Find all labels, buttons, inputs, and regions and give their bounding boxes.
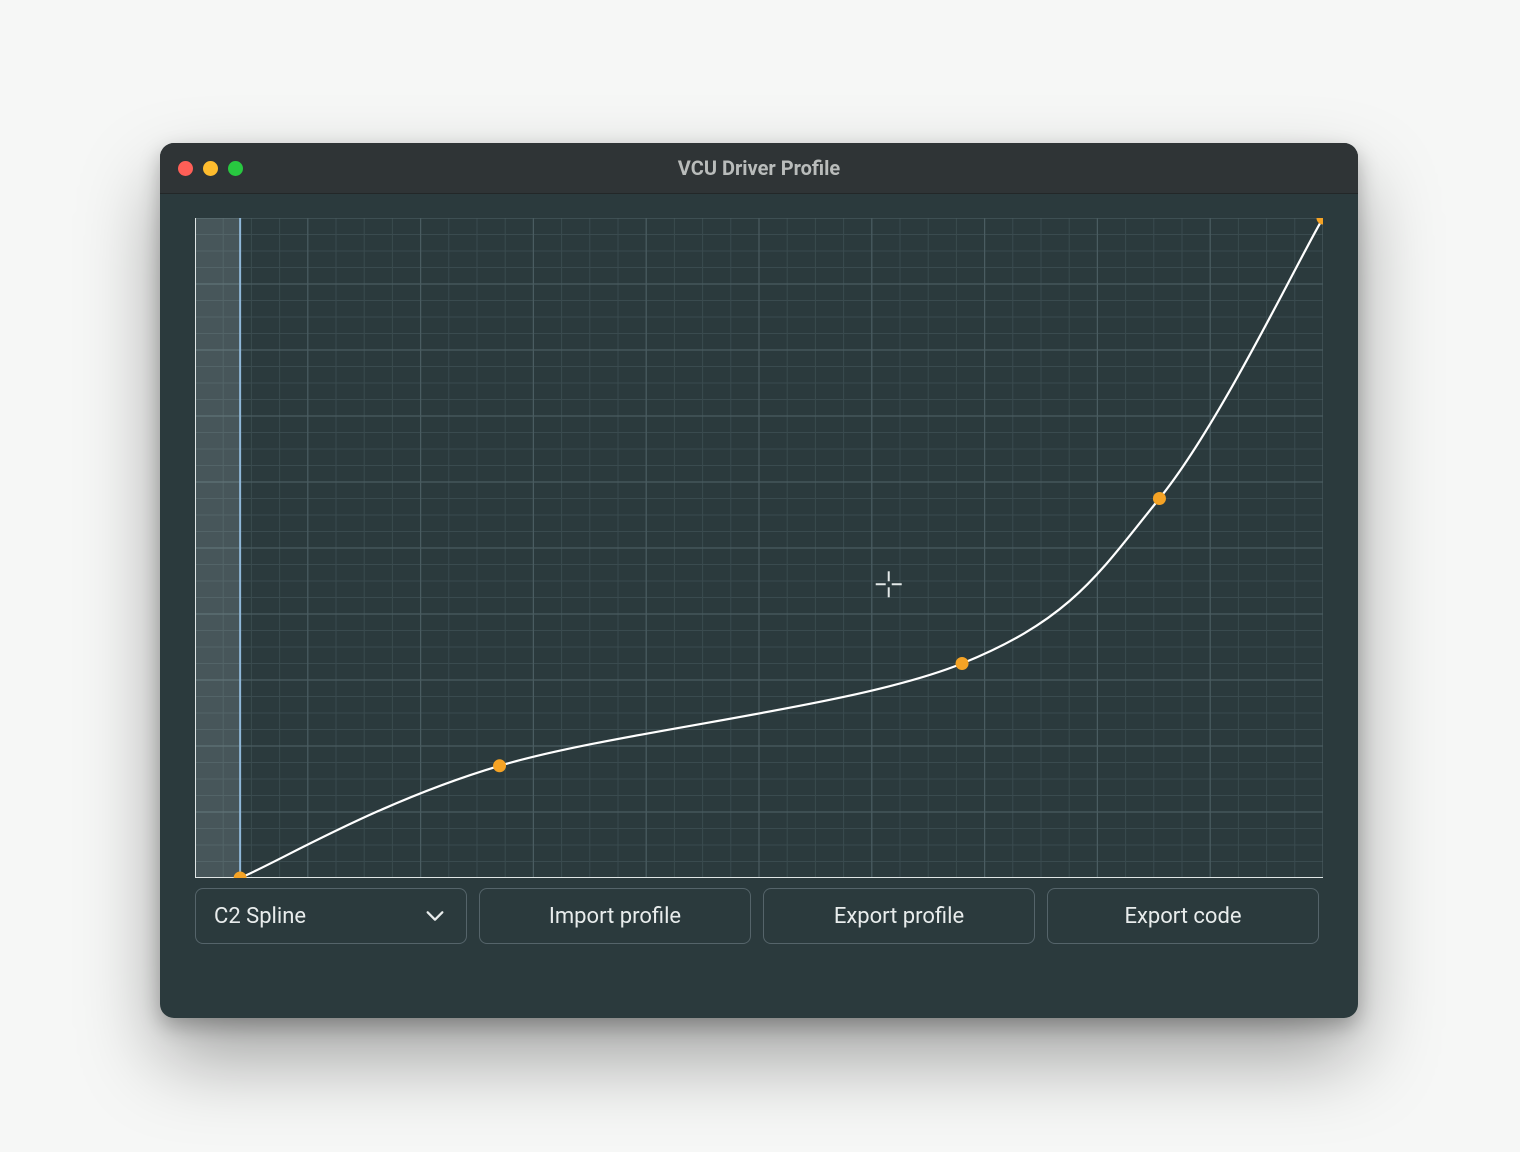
close-icon[interactable] (178, 161, 193, 176)
import-profile-label: Import profile (549, 904, 681, 929)
control-point[interactable] (956, 657, 969, 670)
minimize-icon[interactable] (203, 161, 218, 176)
export-code-button[interactable]: Export code (1047, 888, 1319, 944)
export-profile-button[interactable]: Export profile (763, 888, 1035, 944)
export-profile-label: Export profile (834, 904, 964, 929)
curve-canvas[interactable] (195, 218, 1323, 878)
interpolation-select[interactable]: C2 Spline (195, 888, 467, 944)
interpolation-select-label: C2 Spline (214, 904, 306, 929)
app-window: VCU Driver Profile C2 Spline Import prof… (160, 143, 1358, 1018)
toolbar: C2 Spline Import profile Export profile … (195, 888, 1323, 944)
window-controls (178, 161, 243, 176)
zoom-icon[interactable] (228, 161, 243, 176)
content-area: C2 Spline Import profile Export profile … (195, 218, 1323, 988)
control-point[interactable] (493, 759, 506, 772)
control-point[interactable] (1153, 492, 1166, 505)
export-code-label: Export code (1124, 904, 1241, 929)
curve-editor[interactable] (195, 218, 1323, 878)
chevron-down-icon (424, 905, 446, 927)
titlebar: VCU Driver Profile (160, 143, 1358, 194)
window-title: VCU Driver Profile (160, 156, 1358, 180)
import-profile-button[interactable]: Import profile (479, 888, 751, 944)
